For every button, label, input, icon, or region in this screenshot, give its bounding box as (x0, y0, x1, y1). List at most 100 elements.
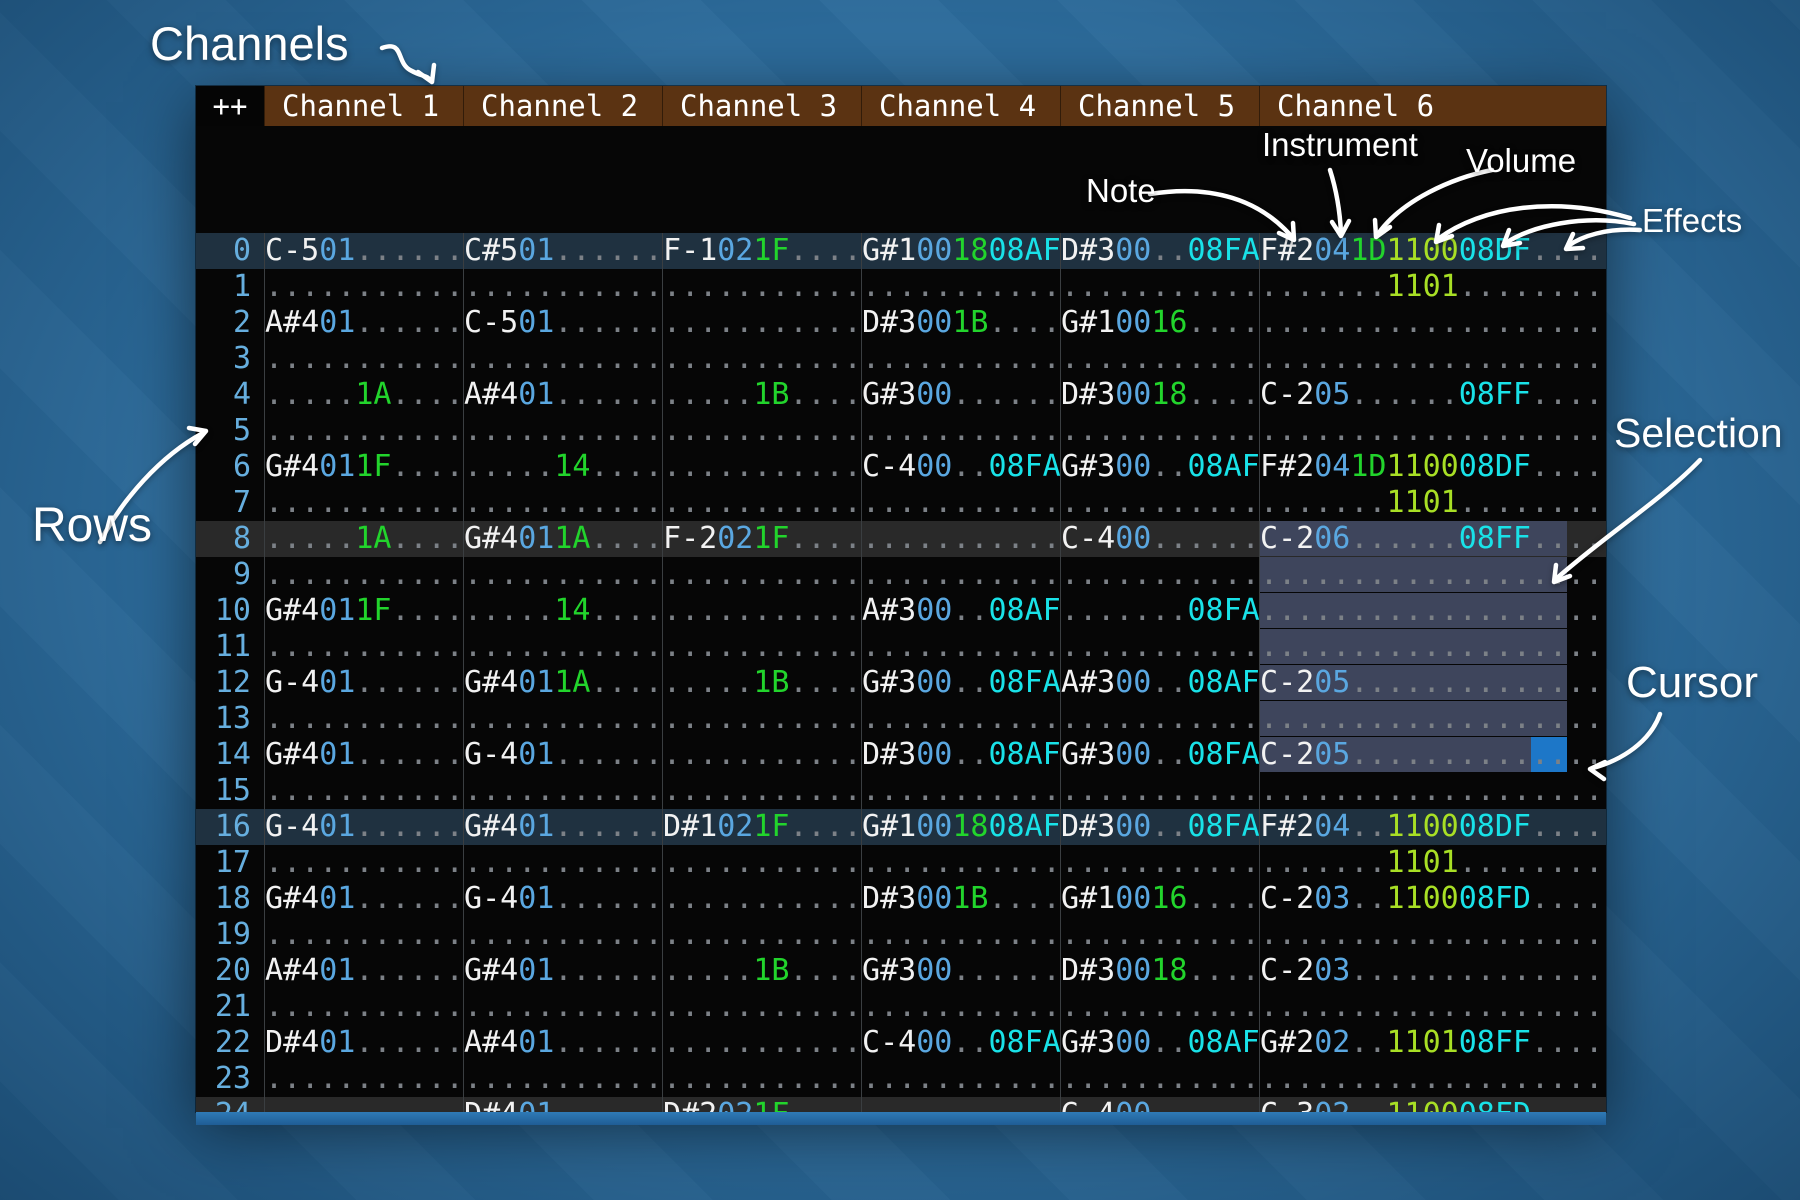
pattern-cell-ch5-row11[interactable]: ........... (1060, 629, 1259, 665)
pattern-cell-ch6-row7[interactable]: .......1101........ (1259, 485, 1603, 521)
pattern-cell-ch2-row14[interactable]: G-401...... (463, 737, 662, 773)
pattern-cell-ch6-row24[interactable]: C-302..110008FD.... (1259, 1097, 1603, 1112)
pattern-cell-ch3-row12[interactable]: .....1B.... (662, 665, 861, 701)
pattern-cell-ch3-row6[interactable]: ........... (662, 449, 861, 485)
pattern-cell-ch1-row24[interactable]: ........... (264, 1097, 463, 1112)
pattern-cell-ch1-row17[interactable]: ........... (264, 845, 463, 881)
pattern-cell-ch2-row0[interactable]: C#501...... (463, 233, 662, 269)
pattern-cell-ch4-row22[interactable]: C-400..08FA (861, 1025, 1060, 1061)
pattern-cell-ch4-row24[interactable]: ........... (861, 1097, 1060, 1112)
pattern-cell-ch6-row11[interactable]: ................... (1259, 629, 1603, 665)
pattern-cell-ch1-row5[interactable]: ........... (264, 413, 463, 449)
pattern-cell-ch5-row23[interactable]: ........... (1060, 1061, 1259, 1097)
pattern-cell-ch3-row7[interactable]: ........... (662, 485, 861, 521)
pattern-cell-ch2-row8[interactable]: G#4011A.... (463, 521, 662, 557)
pattern-cell-ch5-row20[interactable]: D#30018.... (1060, 953, 1259, 989)
pattern-cell-ch3-row21[interactable]: ........... (662, 989, 861, 1025)
pattern-cell-ch3-row8[interactable]: F-2021F.... (662, 521, 861, 557)
pattern-cell-ch3-row9[interactable]: ........... (662, 557, 861, 593)
pattern-cell-ch2-row13[interactable]: ........... (463, 701, 662, 737)
pattern-cell-ch2-row9[interactable]: ........... (463, 557, 662, 593)
pattern-cell-ch2-row15[interactable]: ........... (463, 773, 662, 809)
pattern-cell-ch4-row20[interactable]: G#300...... (861, 953, 1060, 989)
pattern-cell-ch6-row21[interactable]: ................... (1259, 989, 1603, 1025)
pattern-cell-ch1-row11[interactable]: ........... (264, 629, 463, 665)
pattern-cell-ch4-row10[interactable]: A#300..08AF (861, 593, 1060, 629)
pattern-cell-ch5-row4[interactable]: D#30018.... (1060, 377, 1259, 413)
pattern-cell-ch1-row9[interactable]: ........... (264, 557, 463, 593)
pattern-cell-ch1-row1[interactable]: ........... (264, 269, 463, 305)
pattern-cell-ch4-row5[interactable]: ........... (861, 413, 1060, 449)
pattern-cell-ch5-row6[interactable]: G#300..08AF (1060, 449, 1259, 485)
pattern-cell-ch2-row5[interactable]: ........... (463, 413, 662, 449)
pattern-cell-ch5-row5[interactable]: ........... (1060, 413, 1259, 449)
pattern-cell-ch1-row12[interactable]: G-401...... (264, 665, 463, 701)
channel-header-2[interactable]: Channel 2 (463, 86, 662, 126)
pattern-cell-ch1-row15[interactable]: ........... (264, 773, 463, 809)
pattern-cell-ch3-row20[interactable]: .....1B.... (662, 953, 861, 989)
pattern-cell-ch4-row2[interactable]: D#3001B.... (861, 305, 1060, 341)
pattern-cell-ch5-row15[interactable]: ........... (1060, 773, 1259, 809)
pattern-cell-ch6-row12[interactable]: C-205.............. (1259, 665, 1603, 701)
pattern-cell-ch5-row13[interactable]: ........... (1060, 701, 1259, 737)
pattern-cell-ch3-row0[interactable]: F-1021F.... (662, 233, 861, 269)
pattern-cell-ch5-row9[interactable]: ........... (1060, 557, 1259, 593)
pattern-cell-ch1-row4[interactable]: .....1A.... (264, 377, 463, 413)
pattern-cell-ch3-row13[interactable]: ........... (662, 701, 861, 737)
pattern-cell-ch1-row2[interactable]: A#401...... (264, 305, 463, 341)
pattern-cell-ch4-row17[interactable]: ........... (861, 845, 1060, 881)
pattern-cell-ch3-row10[interactable]: ........... (662, 593, 861, 629)
pattern-cell-ch2-row3[interactable]: ........... (463, 341, 662, 377)
pattern-cell-ch5-row2[interactable]: G#10016.... (1060, 305, 1259, 341)
channel-header-6[interactable]: Channel 6 (1259, 86, 1603, 126)
pattern-cell-ch5-row17[interactable]: ........... (1060, 845, 1259, 881)
pattern-cell-ch5-row16[interactable]: D#300..08FA (1060, 809, 1259, 845)
pattern-cell-ch4-row12[interactable]: G#300..08FA (861, 665, 1060, 701)
pattern-cell-ch2-row23[interactable]: ........... (463, 1061, 662, 1097)
pattern-cell-ch6-row9[interactable]: ................... (1259, 557, 1603, 593)
pattern-cell-ch2-row1[interactable]: ........... (463, 269, 662, 305)
pattern-cell-ch6-row14[interactable]: C-205.............. (1259, 737, 1603, 773)
pattern-cell-ch6-row3[interactable]: ................... (1259, 341, 1603, 377)
pattern-cell-ch5-row21[interactable]: ........... (1060, 989, 1259, 1025)
pattern-cell-ch2-row11[interactable]: ........... (463, 629, 662, 665)
pattern-cell-ch4-row16[interactable]: G#1001808AF (861, 809, 1060, 845)
pattern-cell-ch2-row2[interactable]: C-501...... (463, 305, 662, 341)
pattern-cell-ch3-row16[interactable]: D#1021F.... (662, 809, 861, 845)
pattern-cell-ch4-row15[interactable]: ........... (861, 773, 1060, 809)
pattern-cell-ch5-row18[interactable]: G#10016.... (1060, 881, 1259, 917)
pattern-cell-ch2-row4[interactable]: A#401...... (463, 377, 662, 413)
pattern-cell-ch1-row22[interactable]: D#401...... (264, 1025, 463, 1061)
pattern-cell-ch2-row12[interactable]: G#4011A.... (463, 665, 662, 701)
pattern-cell-ch1-row18[interactable]: G#401...... (264, 881, 463, 917)
pattern-cell-ch4-row13[interactable]: ........... (861, 701, 1060, 737)
pattern-cell-ch4-row0[interactable]: G#1001808AF (861, 233, 1060, 269)
pattern-cell-ch3-row2[interactable]: ........... (662, 305, 861, 341)
pattern-cell-ch4-row4[interactable]: G#300...... (861, 377, 1060, 413)
pattern-cell-ch3-row22[interactable]: ........... (662, 1025, 861, 1061)
pattern-cell-ch2-row21[interactable]: ........... (463, 989, 662, 1025)
pattern-cell-ch6-row10[interactable]: ................... (1259, 593, 1603, 629)
pattern-cell-ch5-row24[interactable]: G-400...... (1060, 1097, 1259, 1112)
pattern-cell-ch3-row1[interactable]: ........... (662, 269, 861, 305)
pattern-cell-ch4-row18[interactable]: D#3001B.... (861, 881, 1060, 917)
pattern-cell-ch3-row4[interactable]: .....1B.... (662, 377, 861, 413)
pattern-cell-ch2-row10[interactable]: .....14.... (463, 593, 662, 629)
pattern-cell-ch4-row14[interactable]: D#300..08AF (861, 737, 1060, 773)
pattern-cell-ch1-row0[interactable]: C-501...... (264, 233, 463, 269)
pattern-cell-ch6-row19[interactable]: ................... (1259, 917, 1603, 953)
pattern-cell-ch1-row13[interactable]: ........... (264, 701, 463, 737)
pattern-cell-ch1-row19[interactable]: ........... (264, 917, 463, 953)
pattern-cell-ch1-row10[interactable]: G#4011F.... (264, 593, 463, 629)
pattern-cell-ch6-row6[interactable]: F#2041D110008DF.... (1259, 449, 1603, 485)
channel-header-1[interactable]: Channel 1 (264, 86, 463, 126)
pattern-cell-ch2-row6[interactable]: .....14.... (463, 449, 662, 485)
pattern-cell-ch5-row10[interactable]: .......08FA (1060, 593, 1259, 629)
pattern-cell-ch6-row18[interactable]: C-203..110008FD.... (1259, 881, 1603, 917)
pattern-cell-ch3-row15[interactable]: ........... (662, 773, 861, 809)
channel-header-5[interactable]: Channel 5 (1060, 86, 1259, 126)
pattern-cell-ch6-row5[interactable]: ................... (1259, 413, 1603, 449)
pattern-cell-ch5-row0[interactable]: D#300..08FA (1060, 233, 1259, 269)
pattern-cell-ch4-row7[interactable]: ........... (861, 485, 1060, 521)
pattern-cell-ch1-row16[interactable]: G-401...... (264, 809, 463, 845)
